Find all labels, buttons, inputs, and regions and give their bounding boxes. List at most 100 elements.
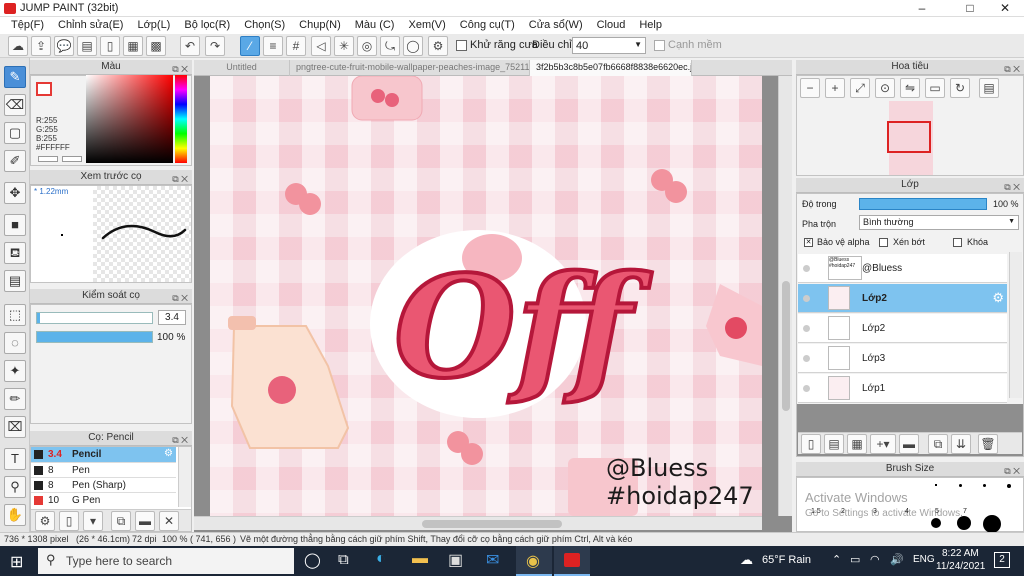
parallel-ruler-icon[interactable]: ≡ — [263, 36, 283, 56]
artwork-canvas[interactable]: Off @Bluess #hoidap247 — [210, 76, 762, 516]
brush-size-dot[interactable] — [957, 516, 971, 530]
adjust-select[interactable]: 40 ▼ — [572, 37, 646, 54]
tab-current-image[interactable]: 3f2b5b3c8b5e07fb6668f8838e6620ec.jpg — [530, 60, 692, 76]
fit-icon[interactable]: ⤢ — [850, 78, 870, 98]
jump-paint-taskbar-button[interactable] — [554, 546, 590, 576]
brush-size-option-1[interactable]: 1.5 — [811, 508, 821, 515]
windows-start-icon[interactable]: ⊞ — [10, 552, 23, 572]
new-raster-layer-icon[interactable]: ▦ — [847, 434, 867, 454]
fill-rect-tool-icon[interactable]: ■ — [4, 214, 26, 236]
panel-buttons-icon[interactable]: ⧉ ✕ — [1004, 180, 1020, 194]
brush-item-pencil[interactable]: 3.4 Pencil ⚙ — [31, 447, 176, 462]
brush-opacity-slider[interactable] — [36, 331, 153, 343]
tab-peaches-wallpaper[interactable]: pngtree-cute-fruit-mobile-wallpaper-peac… — [290, 60, 530, 76]
taskbar-search-box[interactable]: ⚲ Type here to search — [38, 548, 294, 574]
undo-icon[interactable]: ↶ — [180, 36, 200, 56]
antialias-checkbox[interactable] — [456, 40, 467, 51]
menu-select[interactable]: Chọn(S) — [237, 17, 292, 34]
clipping-checkbox[interactable] — [879, 238, 888, 247]
menu-view[interactable]: Xem(V) — [401, 17, 452, 34]
menu-help[interactable]: Help — [632, 17, 669, 34]
cortana-icon[interactable]: ◯ — [304, 551, 321, 569]
brush-tool-icon[interactable]: ✎ — [4, 66, 26, 88]
menu-capture[interactable]: Chụp(N) — [292, 17, 348, 34]
ellipse-icon[interactable]: ◯ — [403, 36, 423, 56]
curve-icon[interactable]: ⤿ — [380, 36, 400, 56]
wifi-icon[interactable]: ◠ — [870, 553, 880, 566]
close-button[interactable]: ✕ — [988, 0, 1022, 17]
menu-edit[interactable]: Chỉnh sửa(E) — [51, 17, 130, 34]
menu-tools[interactable]: Công cụ(T) — [453, 17, 522, 34]
brush-size-dot[interactable] — [959, 484, 962, 487]
minimize-button[interactable]: – — [905, 0, 939, 17]
brush-size-option-5[interactable]: 5 — [935, 508, 939, 515]
layer-row-lop2-selected[interactable]: Lớp2 ⚙ — [798, 284, 1007, 313]
perspective-icon[interactable]: ◁ — [311, 36, 331, 56]
visibility-icon[interactable] — [803, 325, 810, 332]
brush-size-dot[interactable] — [983, 515, 1001, 533]
brush-size-dot[interactable] — [935, 484, 937, 486]
menu-cloud[interactable]: Cloud — [590, 17, 633, 34]
saturation-value-picker[interactable] — [86, 75, 173, 163]
layer-row-lop2[interactable]: Lớp2 — [798, 314, 1007, 343]
cloud-icon[interactable]: ☁ — [8, 36, 28, 56]
panel-buttons-icon[interactable]: ⧉ ✕ — [172, 62, 188, 76]
menu-color[interactable]: Màu (C) — [348, 17, 402, 34]
brush-size-option-4[interactable]: 4 — [905, 508, 909, 515]
panel-buttons-icon[interactable]: ⧉ ✕ — [172, 433, 188, 447]
maximize-button[interactable]: □ — [953, 0, 987, 17]
menu-layer[interactable]: Lớp(L) — [130, 17, 177, 34]
redo-icon[interactable]: ↷ — [205, 36, 225, 56]
rect-select-tool-icon[interactable]: ▢ — [4, 122, 26, 144]
file-explorer-icon[interactable]: ▬ — [412, 550, 428, 568]
lasso-tool-icon[interactable]: ◌ — [4, 332, 26, 354]
lock-checkbox[interactable] — [953, 238, 962, 247]
brush-size-option-6[interactable]: 7 — [963, 508, 967, 515]
layer-row-bluess[interactable]: @Bluess #hoidap247 @Bluess — [798, 254, 1007, 283]
edge-icon[interactable]: ◐ — [376, 550, 386, 568]
horizontal-scroll-thumb[interactable] — [422, 520, 562, 528]
delete-layer-icon[interactable]: 🗑 — [978, 434, 998, 454]
grid-icon[interactable]: ▩ — [146, 36, 166, 56]
volume-icon[interactable]: 🔊 — [890, 553, 904, 566]
select-eraser-tool-icon[interactable]: ⌧ — [4, 416, 26, 438]
network-icon[interactable]: ▭ — [850, 553, 860, 566]
brush-menu-icon[interactable]: ▾ — [83, 511, 103, 531]
navigator-viewport[interactable] — [887, 121, 931, 153]
clock-date[interactable]: 11/24/2021 — [936, 561, 985, 572]
layers-scrollbar[interactable] — [1009, 252, 1022, 398]
duplicate-layer-icon[interactable]: ⧉ — [928, 434, 948, 454]
hand-tool-icon[interactable]: ✋ — [4, 504, 26, 526]
new-file-icon[interactable]: ▯ — [100, 36, 120, 56]
menu-filter[interactable]: Bộ lọc(R) — [177, 17, 237, 34]
gear-icon[interactable]: ⚙ — [992, 290, 1004, 306]
vertical-scrollbar[interactable] — [778, 76, 792, 516]
brush-size-input[interactable]: 3.4 — [158, 310, 186, 325]
eyedropper-tool-icon[interactable]: ⚲ — [4, 476, 26, 498]
brush-item-g-pen[interactable]: 10 G Pen — [31, 492, 176, 507]
new-layer-set-icon[interactable]: ▤ — [824, 434, 844, 454]
vertical-scroll-thumb[interactable] — [782, 281, 790, 411]
brush-settings-icon[interactable]: ⚙ — [35, 511, 55, 531]
notifications-button[interactable]: 2 — [994, 552, 1010, 568]
brush-item-pen[interactable]: 8 Pen — [31, 462, 176, 477]
print-icon[interactable]: ▭ — [925, 78, 945, 98]
hue-slider[interactable] — [175, 75, 187, 163]
language-indicator[interactable]: ENG — [913, 554, 935, 565]
brush-size-slider[interactable] — [36, 312, 153, 324]
menu-file[interactable]: Tệp(F) — [4, 17, 51, 34]
grid-ruler-icon[interactable]: # — [286, 36, 306, 56]
gradient-tool-icon[interactable]: ▤ — [4, 270, 26, 292]
panel-buttons-icon[interactable]: ⧉ ✕ — [172, 172, 188, 186]
menu-window[interactable]: Cửa sổ(W) — [522, 17, 590, 34]
radial-icon[interactable]: ✳ — [334, 36, 354, 56]
clock-time[interactable]: 8:22 AM — [942, 548, 979, 559]
protect-alpha-checkbox[interactable]: ✕ — [804, 238, 813, 247]
brush-size-option-3[interactable]: 3 — [873, 508, 877, 515]
bucket-tool-icon[interactable]: ⛾ — [4, 242, 26, 264]
blend-mode-select[interactable]: Bình thường ▼ — [859, 215, 1019, 230]
visibility-icon[interactable] — [803, 385, 810, 392]
horizontal-scrollbar[interactable] — [194, 516, 762, 530]
navigator-menu-icon[interactable]: ▤ — [979, 78, 999, 98]
panel-buttons-icon[interactable]: ⧉ ✕ — [1004, 464, 1020, 478]
